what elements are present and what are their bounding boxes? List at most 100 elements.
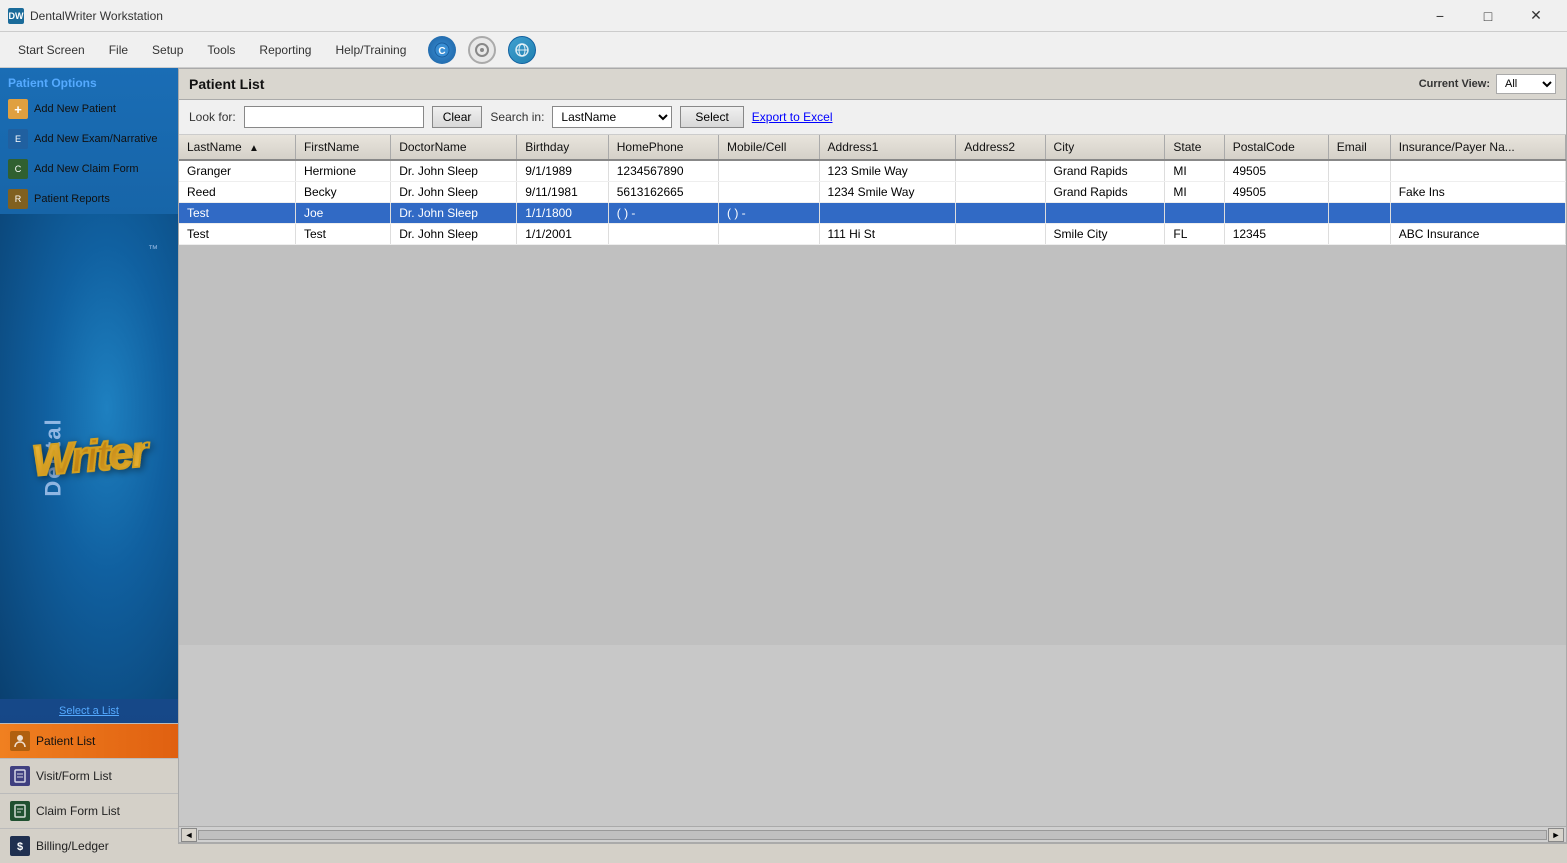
current-view-label: Current View: [1419, 78, 1490, 90]
select-list-label[interactable]: Select a List [0, 699, 178, 723]
globe-icon[interactable] [508, 36, 536, 64]
patient-table-wrap[interactable]: LastName ▲ FirstName DoctorName Birthday… [179, 135, 1566, 826]
svg-text:C: C [439, 46, 446, 57]
add-claim-icon: C [8, 159, 28, 179]
horizontal-scrollbar[interactable]: ◄ ► [179, 826, 1566, 842]
add-patient-action[interactable]: + Add New Patient [0, 94, 178, 124]
scroll-left-arrow[interactable]: ◄ [181, 828, 197, 842]
nav-visit-form-list[interactable]: Visit/Form List [0, 758, 178, 793]
table-empty-area [179, 245, 1566, 645]
trademark-text: ™ [148, 244, 158, 255]
col-email[interactable]: Email [1328, 135, 1390, 160]
col-lastname[interactable]: LastName ▲ [179, 135, 295, 160]
col-postalcode[interactable]: PostalCode [1224, 135, 1328, 160]
nav-patient-list[interactable]: Patient List [0, 723, 178, 758]
svg-text:$: $ [17, 841, 23, 853]
cell-address1 [819, 203, 956, 224]
minimize-button[interactable]: − [1417, 0, 1463, 32]
cell-postalcode: 49505 [1224, 160, 1328, 182]
patient-options-header: Patient Options [0, 68, 178, 94]
cell-address1: 1234 Smile Way [819, 182, 956, 203]
writer-logo: Writer [30, 427, 148, 487]
support-icon[interactable]: C [428, 36, 456, 64]
cell-email [1328, 224, 1390, 245]
cell-mobilecell [719, 182, 820, 203]
cell-state: MI [1165, 182, 1224, 203]
cell-city: Grand Rapids [1045, 182, 1165, 203]
table-row[interactable]: Reed Becky Dr. John Sleep 9/11/1981 5613… [179, 182, 1566, 203]
cell-doctorname: Dr. John Sleep [391, 203, 517, 224]
col-address2[interactable]: Address2 [956, 135, 1045, 160]
add-exam-label: Add New Exam/Narrative [34, 133, 158, 145]
cell-postalcode: 12345 [1224, 224, 1328, 245]
menu-tools[interactable]: Tools [197, 39, 245, 61]
cell-address2 [956, 160, 1045, 182]
cell-state: MI [1165, 160, 1224, 182]
cell-postalcode [1224, 203, 1328, 224]
clear-button[interactable]: Clear [432, 106, 483, 128]
patient-list-icon [10, 731, 30, 751]
nav-claim-form-list[interactable]: Claim Form List [0, 793, 178, 828]
cell-postalcode: 49505 [1224, 182, 1328, 203]
patient-reports-icon: R [8, 189, 28, 209]
sidebar: Patient Options + Add New Patient E Add … [0, 68, 178, 863]
cell-address2 [956, 224, 1045, 245]
cell-homephone: 1234567890 [608, 160, 718, 182]
main-layout: Patient Options + Add New Patient E Add … [0, 68, 1567, 863]
cell-state [1165, 203, 1224, 224]
col-insurance[interactable]: Insurance/Payer Na... [1390, 135, 1565, 160]
cell-mobilecell [719, 224, 820, 245]
look-for-input[interactable] [244, 106, 424, 128]
col-firstname[interactable]: FirstName [295, 135, 390, 160]
add-claim-action[interactable]: C Add New Claim Form [0, 154, 178, 184]
nav-billing-ledger[interactable]: $ Billing/Ledger [0, 828, 178, 863]
cell-birthday: 9/1/1989 [517, 160, 609, 182]
menu-setup[interactable]: Setup [142, 39, 193, 61]
maximize-button[interactable]: □ [1465, 0, 1511, 32]
scroll-right-arrow[interactable]: ► [1548, 828, 1564, 842]
cell-firstname: Hermione [295, 160, 390, 182]
table-row-selected[interactable]: Test Joe Dr. John Sleep 1/1/1800 ( ) - (… [179, 203, 1566, 224]
select-button[interactable]: Select [680, 106, 743, 128]
close-button[interactable]: ✕ [1513, 0, 1559, 32]
add-exam-action[interactable]: E Add New Exam/Narrative [0, 124, 178, 154]
cell-doctorname: Dr. John Sleep [391, 182, 517, 203]
col-address1[interactable]: Address1 [819, 135, 956, 160]
menu-help[interactable]: Help/Training [325, 39, 416, 61]
col-birthday[interactable]: Birthday [517, 135, 609, 160]
visit-list-nav-label: Visit/Form List [36, 769, 112, 783]
cell-birthday: 1/1/2001 [517, 224, 609, 245]
patient-reports-action[interactable]: R Patient Reports [0, 184, 178, 214]
billing-nav-label: Billing/Ledger [36, 839, 109, 853]
status-icon[interactable] [468, 36, 496, 64]
table-row[interactable]: Test Test Dr. John Sleep 1/1/2001 111 Hi… [179, 224, 1566, 245]
scroll-track[interactable] [198, 830, 1547, 840]
status-bar [178, 843, 1567, 863]
col-mobilecell[interactable]: Mobile/Cell [719, 135, 820, 160]
col-state[interactable]: State [1165, 135, 1224, 160]
table-row[interactable]: Granger Hermione Dr. John Sleep 9/1/1989… [179, 160, 1566, 182]
cell-mobilecell [719, 160, 820, 182]
svg-text:R: R [15, 194, 22, 204]
menu-reporting[interactable]: Reporting [249, 39, 321, 61]
export-to-excel-link[interactable]: Export to Excel [752, 110, 833, 124]
menu-start-screen[interactable]: Start Screen [8, 39, 95, 61]
cell-homephone [608, 224, 718, 245]
current-view-dropdown-wrapper[interactable]: All [1496, 74, 1556, 94]
panel-title: Patient List [189, 76, 264, 92]
cell-lastname: Granger [179, 160, 295, 182]
logo-area: Dental Writer ™ [0, 214, 178, 699]
search-in-select[interactable]: LastName FirstName Birthday HomePhone [552, 106, 672, 128]
current-view-select[interactable]: All [1496, 74, 1556, 94]
patient-reports-label: Patient Reports [34, 193, 110, 205]
cell-state: FL [1165, 224, 1224, 245]
cell-address1: 111 Hi St [819, 224, 956, 245]
title-bar-controls: − □ ✕ [1417, 0, 1559, 32]
col-homephone[interactable]: HomePhone [608, 135, 718, 160]
menu-file[interactable]: File [99, 39, 138, 61]
col-doctorname[interactable]: DoctorName [391, 135, 517, 160]
cell-firstname: Becky [295, 182, 390, 203]
cell-city: Smile City [1045, 224, 1165, 245]
col-city[interactable]: City [1045, 135, 1165, 160]
cell-lastname: Test [179, 224, 295, 245]
